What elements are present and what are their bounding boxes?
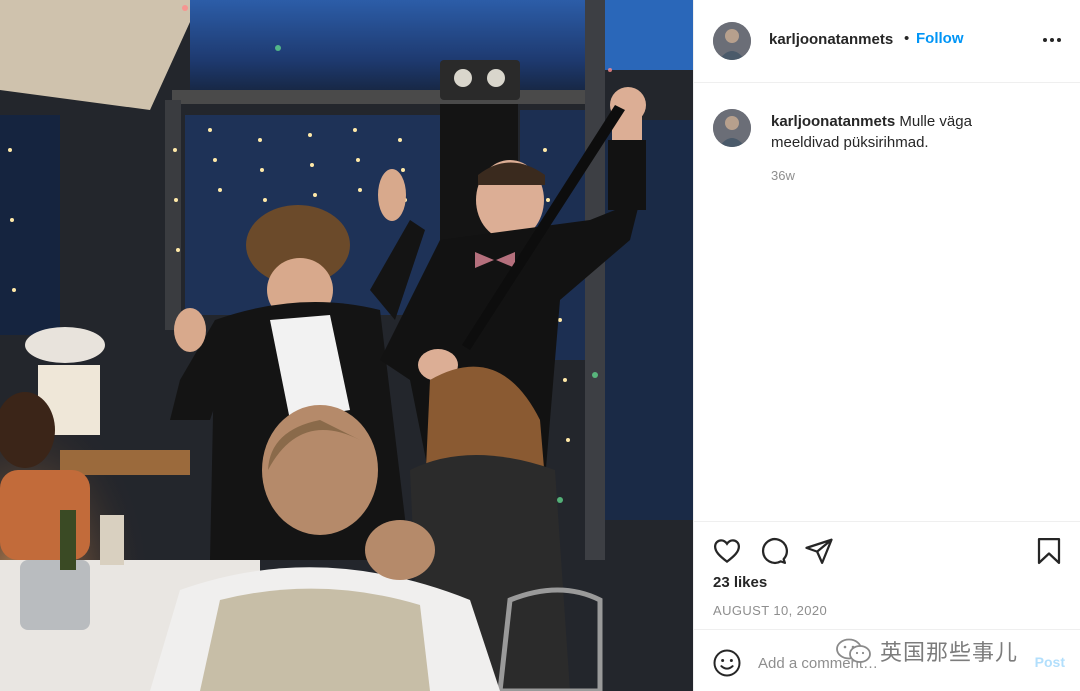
avatar[interactable] xyxy=(713,22,751,60)
action-bar xyxy=(694,521,1080,571)
caption-timestamp[interactable]: 36w xyxy=(771,168,795,183)
caption-text: karljoonatanmets Mulle väga meeldivad pü… xyxy=(771,111,1031,153)
post-header: karljoonatanmets • Follow xyxy=(694,0,1080,83)
avatar-image xyxy=(713,109,751,147)
paper-plane-icon[interactable] xyxy=(804,536,834,566)
add-comment-bar: Post 英国那些事儿 xyxy=(694,629,1080,691)
post-side-panel: karljoonatanmets • Follow karljoonatanme… xyxy=(693,0,1080,691)
watermark-text: 英国那些事儿 xyxy=(880,641,1019,666)
comment-icon[interactable] xyxy=(758,536,788,566)
separator-dot: • xyxy=(904,30,910,47)
likes-count[interactable]: 23 likes xyxy=(713,574,767,591)
follow-button[interactable]: Follow xyxy=(916,30,964,47)
post-date[interactable]: AUGUST 10, 2020 xyxy=(713,603,827,618)
bookmark-icon[interactable] xyxy=(1034,536,1064,566)
avatar[interactable] xyxy=(713,109,751,147)
avatar-image xyxy=(713,22,751,60)
username-link[interactable]: karljoonatanmets xyxy=(769,31,893,48)
emoji-icon[interactable] xyxy=(712,648,742,678)
watermark: 英国那些事儿 xyxy=(834,636,1018,666)
party-photo-image xyxy=(0,0,693,691)
wechat-icon xyxy=(836,638,871,663)
post-photo[interactable] xyxy=(0,0,693,691)
caption-username-link[interactable]: karljoonatanmets xyxy=(771,113,895,130)
heart-icon[interactable] xyxy=(712,536,742,566)
more-horizontal-icon[interactable] xyxy=(1040,30,1064,50)
post-button[interactable]: Post xyxy=(1035,654,1065,670)
